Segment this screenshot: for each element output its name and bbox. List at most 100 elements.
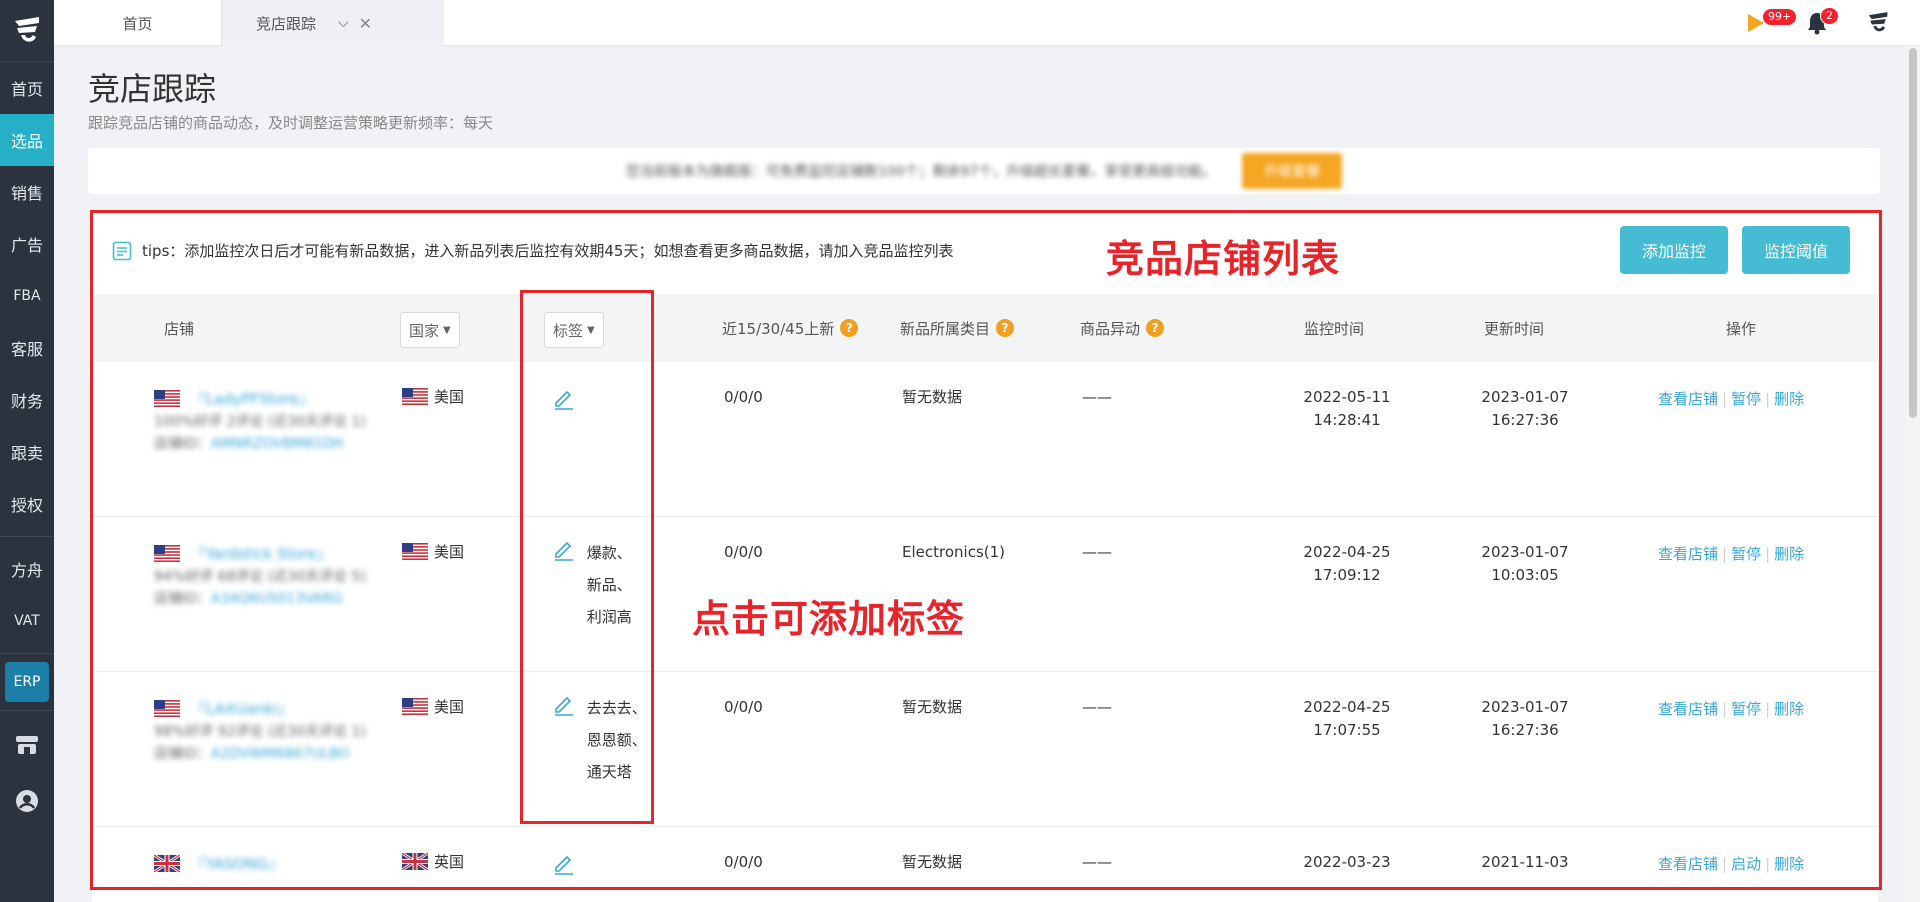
header-new-items: 近15/30/45上新? bbox=[722, 294, 859, 362]
announcement-badge: 99+ bbox=[1762, 8, 1798, 26]
country-filter[interactable]: 国家 ▼ bbox=[400, 312, 460, 348]
tab-bar: 首页 竞店跟踪 ⌵ ✕ 99+ 2 bbox=[54, 0, 1920, 46]
change-value: —— bbox=[1082, 388, 1112, 406]
sidebar-item-follow[interactable]: 跟卖 bbox=[0, 426, 54, 478]
us-flag-icon bbox=[402, 388, 428, 405]
sidebar-item-sales[interactable]: 销售 bbox=[0, 166, 54, 218]
delete-link[interactable]: 删除 bbox=[1774, 700, 1804, 718]
store-name-link[interactable]: 『LAXUanki』 bbox=[191, 700, 293, 718]
sidebar-item-home[interactable]: 首页 bbox=[0, 62, 54, 114]
start-link[interactable]: 启动 bbox=[1731, 855, 1761, 873]
edit-icon[interactable] bbox=[552, 386, 576, 410]
help-icon[interactable]: ? bbox=[996, 319, 1015, 337]
help-icon[interactable]: ? bbox=[840, 319, 859, 337]
scroll-thumb[interactable] bbox=[1909, 48, 1917, 418]
update-date: 2021-11-03 bbox=[1481, 853, 1569, 871]
sidebar-item-ads[interactable]: 广告 bbox=[0, 218, 54, 270]
monitor-date: 2022-04-25 bbox=[1303, 543, 1391, 561]
monitor-time-value: 2022-04-25 17:07:55 bbox=[1272, 696, 1422, 742]
tag-list[interactable]: 爆款、 新品、 利润高 bbox=[587, 537, 632, 633]
sidebar-item-auth[interactable]: 授权 bbox=[0, 478, 54, 530]
edit-icon[interactable] bbox=[552, 692, 576, 716]
note-icon bbox=[112, 241, 132, 260]
view-store-link[interactable]: 查看店铺 bbox=[1658, 545, 1718, 563]
view-store-link[interactable]: 查看店铺 bbox=[1658, 390, 1718, 408]
help-icon[interactable]: ? bbox=[1146, 319, 1165, 337]
delete-link[interactable]: 删除 bbox=[1774, 390, 1804, 408]
monitor-date: 2022-05-11 bbox=[1303, 388, 1391, 406]
store-id-label: 店铺ID： bbox=[154, 436, 211, 452]
sidebar-item-label: 销售 bbox=[10, 184, 43, 203]
notification-badge: 2 bbox=[1820, 7, 1839, 25]
sidebar: 首页 选品 销售 广告 FBA 客服 财务 跟卖 授权 方舟 VAT ERP bbox=[0, 0, 54, 902]
view-store-link[interactable]: 查看店铺 bbox=[1658, 855, 1718, 873]
sidebar-item-vat[interactable]: VAT bbox=[0, 595, 54, 647]
divider: | bbox=[1722, 855, 1728, 873]
tag-list[interactable]: 去去去、 恩恩额、 通天塔 bbox=[587, 692, 647, 788]
monitor-threshold-button[interactable]: 监控阈值 bbox=[1742, 226, 1850, 274]
close-icon[interactable]: ✕ bbox=[359, 14, 372, 33]
sidebar-item-selection[interactable]: 选品 bbox=[0, 114, 54, 166]
app-logo[interactable] bbox=[0, 0, 54, 62]
delete-link[interactable]: 删除 bbox=[1774, 545, 1804, 563]
divider: | bbox=[1765, 545, 1771, 563]
edit-icon[interactable] bbox=[552, 537, 576, 561]
store-name-link[interactable]: 『YASONG』 bbox=[191, 855, 283, 873]
edit-icon[interactable] bbox=[552, 851, 576, 875]
pause-link[interactable]: 暂停 bbox=[1731, 545, 1761, 563]
store-id-value[interactable]: A2DVWM6867ULBO bbox=[211, 746, 350, 762]
sidebar-item-finance[interactable]: 财务 bbox=[0, 374, 54, 426]
sidebar-item-fba[interactable]: FBA bbox=[0, 270, 54, 322]
sidebar-item-service[interactable]: 客服 bbox=[0, 322, 54, 374]
store-icon[interactable] bbox=[0, 717, 54, 773]
tag-filter[interactable]: 标签 ▼ bbox=[544, 312, 604, 348]
sidebar-item-ark[interactable]: 方舟 bbox=[0, 543, 54, 595]
monitor-time-value: 2022-03-23 bbox=[1272, 851, 1422, 874]
store-id-value[interactable]: A34Q6U5013VARG bbox=[211, 591, 343, 607]
tab-home[interactable]: 首页 bbox=[54, 0, 222, 46]
page-scrollbar[interactable] bbox=[1906, 46, 1920, 902]
page-subtitle: 跟踪竞品店铺的商品动态，及时调整运营策略更新频率：每天 bbox=[88, 114, 494, 132]
table-row: 『Yardstick Store』 94%好评 68评论 (近30天评论 5) … bbox=[92, 517, 1878, 672]
upgrade-button[interactable]: 升级套餐 bbox=[1242, 153, 1343, 189]
update-date: 2023-01-07 bbox=[1481, 388, 1569, 406]
annotation-tag-label: 点击可添加标签 bbox=[692, 597, 966, 641]
add-monitor-button[interactable]: 添加监控 bbox=[1620, 226, 1728, 274]
tab-label: 首页 bbox=[122, 14, 153, 33]
chevron-down-icon[interactable]: ⌵ bbox=[338, 15, 349, 31]
announcement-button[interactable]: 99+ bbox=[1746, 8, 1798, 34]
country-label: 美国 bbox=[434, 543, 465, 561]
us-flag-icon bbox=[402, 698, 428, 715]
user-avatar[interactable] bbox=[1864, 9, 1892, 37]
update-time-value: 2023-01-07 16:27:36 bbox=[1450, 386, 1600, 432]
avatar-icon bbox=[1868, 12, 1888, 32]
pause-link[interactable]: 暂停 bbox=[1731, 700, 1761, 718]
store-id: 店铺ID：AMNRZOVBM81DH bbox=[154, 433, 384, 455]
table-header: 店铺 国家 ▼ 标签 ▼ 近15/30/45上新? 新品所属类目? 商品异动? 监控… bbox=[92, 294, 1878, 362]
support-icon[interactable] bbox=[0, 773, 54, 829]
country-label: 英国 bbox=[434, 853, 465, 871]
delete-link[interactable]: 删除 bbox=[1774, 855, 1804, 873]
tag-item: 爆款、 bbox=[586, 544, 632, 562]
erp-button[interactable]: ERP bbox=[5, 662, 49, 702]
notification-button[interactable]: 2 bbox=[1806, 7, 1839, 35]
store-name-link[interactable]: 『Yardstick Store』 bbox=[191, 545, 332, 563]
sidebar-divider bbox=[0, 710, 54, 711]
store-name-link[interactable]: 『LadyPFStore』 bbox=[191, 390, 314, 408]
sidebar-item-label: VAT bbox=[14, 613, 40, 629]
change-value: —— bbox=[1082, 543, 1112, 561]
sidebar-item-label: 首页 bbox=[10, 80, 43, 99]
table-row: 『LAXUanki』 98%好评 92评论 (近30天评论 1) 店铺ID：A2… bbox=[92, 672, 1878, 827]
sidebar-item-label: 财务 bbox=[10, 392, 43, 411]
store-id-value[interactable]: AMNRZOVBM81DH bbox=[211, 436, 344, 452]
pause-link[interactable]: 暂停 bbox=[1731, 390, 1761, 408]
monitor-clock: 17:09:12 bbox=[1313, 566, 1381, 584]
uk-flag-icon bbox=[154, 855, 180, 872]
header-actions: 99+ 2 bbox=[1746, 0, 1892, 46]
header-label: 商品异动 bbox=[1080, 319, 1141, 338]
actions-cell: 查看店铺 | 启动 | 删除 bbox=[1658, 853, 1804, 876]
tab-competitor-tracking[interactable]: 竞店跟踪 ⌵ ✕ bbox=[222, 0, 444, 46]
annotation-list-label: 竞品店铺列表 bbox=[1106, 237, 1341, 281]
update-time-value: 2023-01-07 16:27:36 bbox=[1450, 696, 1600, 742]
view-store-link[interactable]: 查看店铺 bbox=[1658, 700, 1718, 718]
